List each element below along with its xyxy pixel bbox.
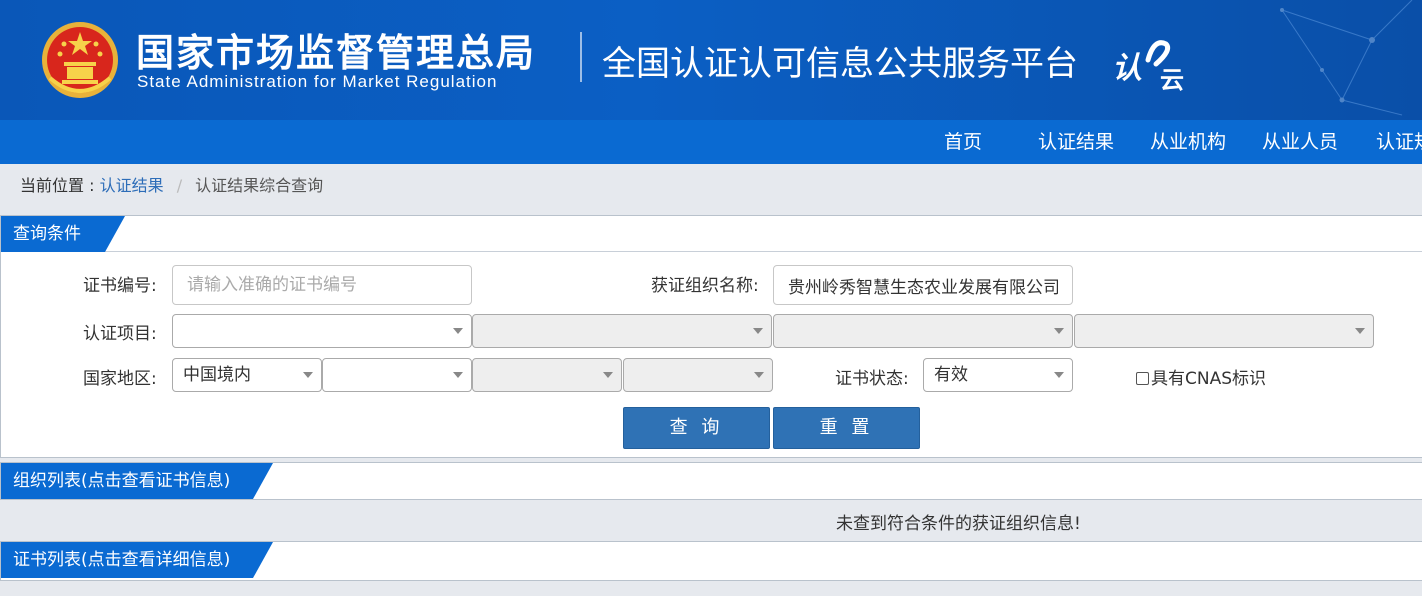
cert-list-panel-header: 证书列表(点击查看详细信息) (1, 542, 1422, 578)
breadcrumb-prefix: 当前位置 : (20, 176, 95, 195)
status-label: 证书状态: (835, 369, 909, 389)
org-name-label: 获证组织名称: (651, 276, 759, 296)
region-select-district (623, 358, 773, 392)
region-select-country[interactable]: 中国境内 (172, 358, 322, 392)
cert-item-select-4 (1074, 314, 1374, 348)
cert-no-input[interactable] (172, 265, 472, 305)
cert-item-label: 认证项目: (83, 324, 157, 344)
region-select-province[interactable] (322, 358, 472, 392)
cnas-checkbox-label: 具有CNAS标识 (1151, 369, 1267, 389)
status-select-value: 有效 (934, 365, 968, 385)
agency-name-en: State Administration for Market Regulati… (137, 72, 498, 91)
chevron-down-icon (1054, 372, 1064, 378)
nav-item-institutions[interactable]: 从业机构 (1150, 120, 1226, 164)
query-panel: 查询条件 证书编号: 获证组织名称: 认证项目: 国家地区: 中国境内 证书状态… (0, 215, 1422, 458)
query-panel-header: 查询条件 (1, 216, 1422, 252)
svg-text:认: 认 (1112, 51, 1142, 86)
reset-button[interactable]: 重 置 (773, 407, 920, 449)
cert-item-select-2 (472, 314, 772, 348)
agency-name-cn: 国家市场监督管理总局 (136, 31, 537, 75)
nav-item-cert-results[interactable]: 认证结果 (1038, 120, 1114, 164)
chevron-down-icon (453, 328, 463, 334)
org-list-panel-title: 组织列表(点击查看证书信息) (13, 471, 231, 491)
cert-no-label: 证书编号: (83, 276, 157, 296)
checkbox-icon[interactable] (1136, 372, 1149, 385)
breadcrumb: 当前位置 : 认证结果 / 认证结果综合查询 (20, 172, 323, 200)
nav-item-home[interactable]: 首页 (944, 120, 982, 164)
cert-list-panel: 证书列表(点击查看详细信息) (0, 541, 1422, 581)
org-name-input[interactable] (773, 265, 1073, 305)
query-panel-title: 查询条件 (13, 224, 81, 244)
nav-item-cert-rules[interactable]: 认证规 (1376, 120, 1422, 164)
breadcrumb-separator: / (176, 176, 183, 195)
chevron-down-icon (1054, 328, 1064, 334)
chevron-down-icon (754, 372, 764, 378)
chevron-down-icon (1355, 328, 1365, 334)
breadcrumb-current: 认证结果综合查询 (195, 176, 324, 195)
region-select-value: 中国境内 (183, 365, 251, 385)
nav-item-personnel[interactable]: 从业人员 (1262, 120, 1338, 164)
org-list-empty-message: 未查到符合条件的获证组织信息! (836, 514, 1081, 534)
cloud-logo-icon: 认 云 (1112, 40, 1184, 94)
main-navbar: 首页 认证结果 从业机构 从业人员 认证规 (0, 120, 1422, 164)
cert-list-panel-title: 证书列表(点击查看详细信息) (13, 550, 231, 570)
region-label: 国家地区: (83, 369, 157, 389)
query-button[interactable]: 查 询 (623, 407, 770, 449)
cnas-checkbox[interactable]: 具有CNAS标识 (1136, 362, 1266, 396)
cert-item-select-3 (773, 314, 1073, 348)
national-emblem-icon (42, 22, 118, 98)
cert-item-select-1[interactable] (172, 314, 472, 348)
platform-title: 全国认证认可信息公共服务平台 (602, 44, 1078, 84)
org-list-panel: 组织列表(点击查看证书信息) (0, 462, 1422, 500)
chevron-down-icon (753, 328, 763, 334)
chevron-down-icon (453, 372, 463, 378)
breadcrumb-link-cert-results[interactable]: 认证结果 (100, 176, 164, 195)
region-select-city (472, 358, 622, 392)
chevron-down-icon (303, 372, 313, 378)
svg-text:云: 云 (1160, 66, 1184, 94)
banner-divider (580, 32, 582, 82)
org-list-panel-header: 组织列表(点击查看证书信息) (1, 463, 1422, 499)
status-select[interactable]: 有效 (923, 358, 1073, 392)
chevron-down-icon (603, 372, 613, 378)
header-banner: 国家市场监督管理总局 State Administration for Mark… (0, 0, 1422, 120)
